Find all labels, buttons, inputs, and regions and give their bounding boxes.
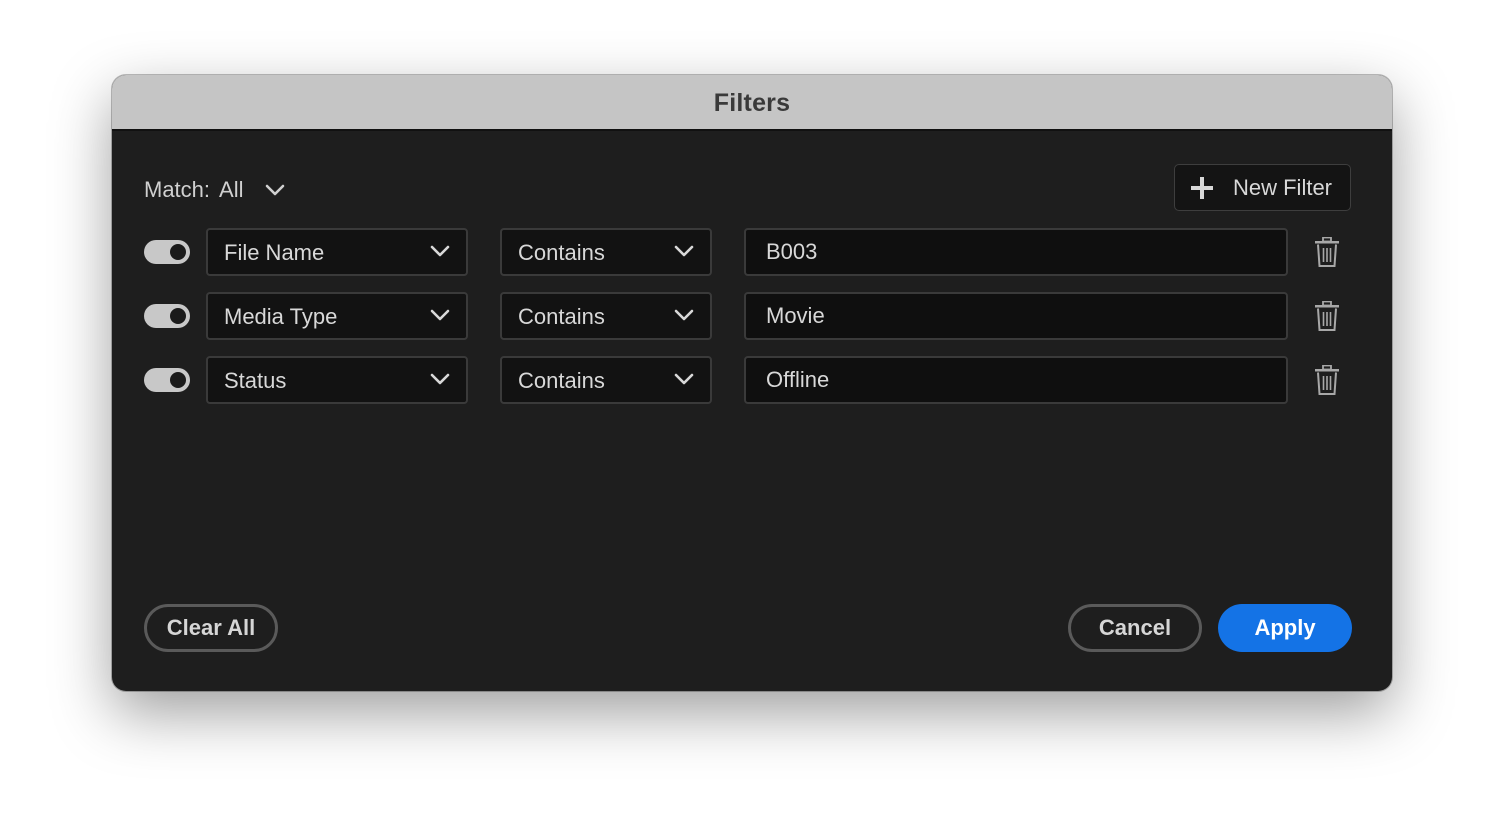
plus-icon xyxy=(1191,176,1213,199)
filter-enabled-toggle[interactable] xyxy=(144,304,190,328)
chevron-down-icon xyxy=(430,244,450,258)
chevron-down-icon xyxy=(674,308,694,322)
chevron-down-icon xyxy=(674,372,694,386)
filter-operator-value: Contains xyxy=(518,304,605,329)
filter-enabled-toggle[interactable] xyxy=(144,240,190,264)
trash-icon[interactable] xyxy=(1314,237,1340,267)
filter-value-input[interactable]: Offline xyxy=(744,356,1288,404)
filter-row: File Name Contains B003 xyxy=(112,228,1392,276)
dialog-title: Filters xyxy=(713,89,791,117)
new-filter-button[interactable]: New Filter xyxy=(1174,164,1351,211)
filter-value-input[interactable]: Movie xyxy=(744,292,1288,340)
filter-operator-select[interactable]: Contains xyxy=(500,292,712,340)
trash-icon[interactable] xyxy=(1314,365,1340,395)
clear-all-button[interactable]: Clear All xyxy=(144,604,278,652)
filter-row: Status Contains Offline xyxy=(112,356,1392,404)
filter-field-select[interactable]: Status xyxy=(206,356,468,404)
filter-field-value: Media Type xyxy=(224,304,338,329)
chevron-down-icon xyxy=(430,372,450,386)
cancel-button[interactable]: Cancel xyxy=(1068,604,1202,652)
match-dropdown[interactable]: Match: All xyxy=(144,175,285,205)
filter-operator-value: Contains xyxy=(518,368,605,393)
trash-icon[interactable] xyxy=(1314,301,1340,331)
filter-field-value: File Name xyxy=(224,240,325,265)
filter-operator-select[interactable]: Contains xyxy=(500,356,712,404)
filter-operator-select[interactable]: Contains xyxy=(500,228,712,276)
toggle-knob xyxy=(170,308,186,324)
filters-dialog: Filters Match: All New Filter File Name … xyxy=(112,75,1392,691)
filter-enabled-toggle[interactable] xyxy=(144,368,190,392)
filter-row: Media Type Contains Movie xyxy=(112,292,1392,340)
new-filter-label: New Filter xyxy=(1233,174,1333,200)
toggle-knob xyxy=(170,372,186,388)
filter-field-select[interactable]: Media Type xyxy=(206,292,468,340)
filter-value-input[interactable]: B003 xyxy=(744,228,1288,276)
chevron-down-icon xyxy=(265,177,285,203)
chevron-down-icon xyxy=(430,308,450,322)
title-bar: Filters xyxy=(112,75,1392,131)
match-label: Match: xyxy=(144,177,211,202)
filter-field-select[interactable]: File Name xyxy=(206,228,468,276)
match-value: All xyxy=(219,177,244,202)
toggle-knob xyxy=(170,244,186,260)
apply-button[interactable]: Apply xyxy=(1218,604,1352,652)
filter-field-value: Status xyxy=(224,368,287,393)
filter-operator-value: Contains xyxy=(518,240,605,265)
chevron-down-icon xyxy=(674,244,694,258)
